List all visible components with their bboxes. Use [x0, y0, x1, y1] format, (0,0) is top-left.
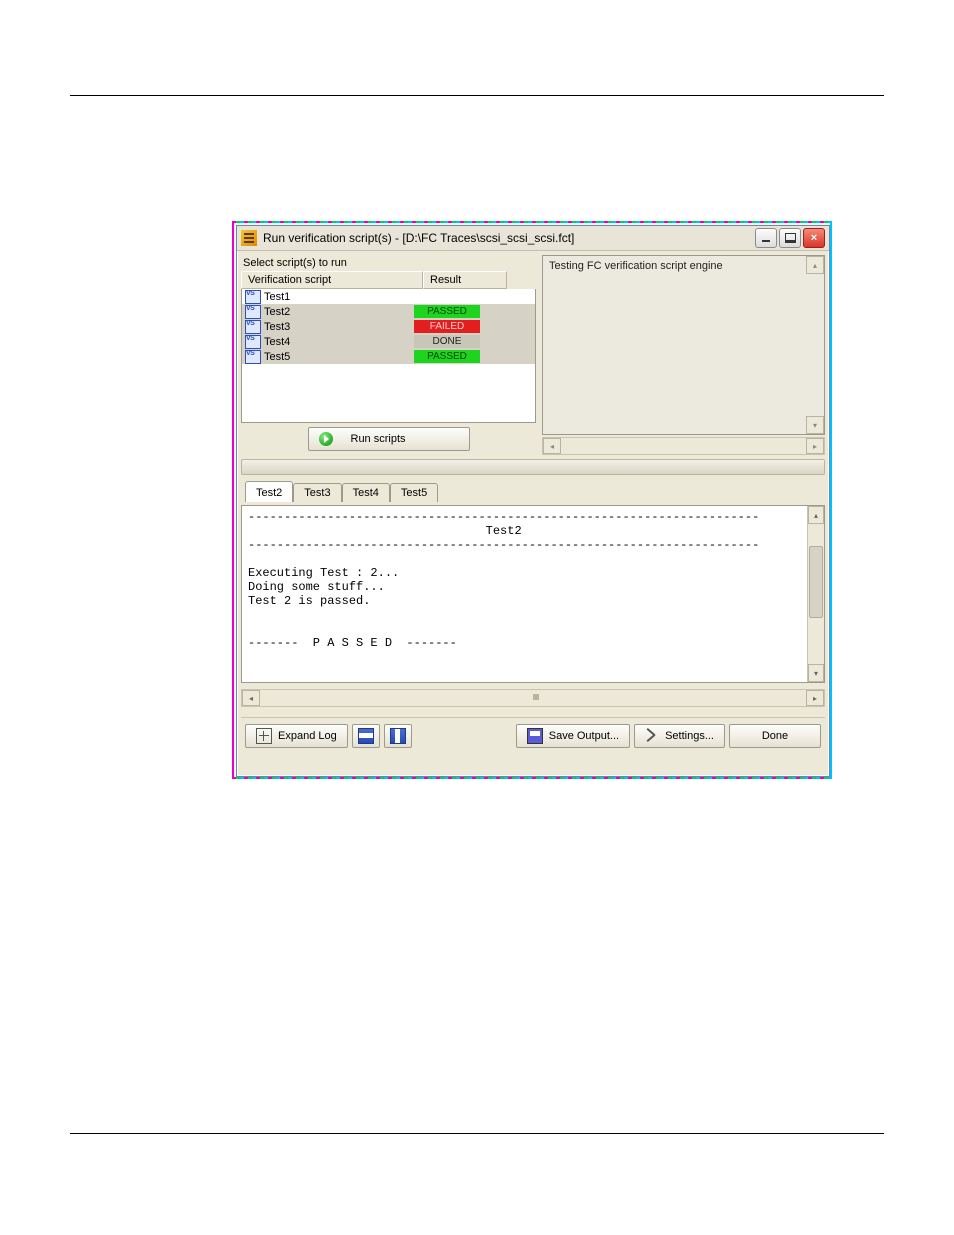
log-hscroll[interactable]: ◂ ▸	[241, 689, 825, 707]
window-title: Run verification script(s) - [D:\FC Trac…	[263, 231, 749, 245]
scroll-right-icon[interactable]: ▸	[806, 690, 824, 706]
col-result-header[interactable]: Result	[423, 271, 507, 289]
script-list-header: Verification script Result	[241, 271, 536, 289]
expand-log-label: Expand Log	[278, 730, 337, 742]
tab-test5[interactable]: Test5	[390, 483, 438, 502]
tile-vertical-icon	[390, 728, 406, 744]
run-scripts-button[interactable]: Run scripts	[308, 427, 470, 451]
done-button[interactable]: Done	[729, 724, 821, 748]
titlebar[interactable]: Run verification script(s) - [D:\FC Trac…	[237, 226, 829, 251]
scroll-left-icon[interactable]: ◂	[543, 438, 561, 454]
script-name: Test4	[264, 336, 412, 348]
script-row[interactable]: Test4DONE	[242, 334, 535, 349]
tab-test3[interactable]: Test3	[293, 483, 341, 502]
scroll-up-icon[interactable]: ▴	[808, 506, 824, 524]
scroll-down-icon[interactable]: ▾	[806, 416, 824, 434]
script-row[interactable]: Test3FAILED	[242, 319, 535, 334]
scroll-down-icon[interactable]: ▾	[808, 664, 824, 682]
tools-icon	[645, 729, 659, 743]
message-hscroll[interactable]: ◂ ▸	[542, 437, 825, 455]
vs-file-icon	[245, 290, 261, 304]
bottom-toolbar: Expand Log Save Output... Settings...	[241, 717, 825, 752]
col-script-header[interactable]: Verification script	[241, 271, 423, 289]
tile-horizontal-button[interactable]	[352, 724, 380, 748]
scroll-left-icon[interactable]: ◂	[242, 690, 260, 706]
script-name: Test3	[264, 321, 412, 333]
engine-message-text: Testing FC verification script engine	[549, 260, 723, 272]
page-rule-bottom	[70, 1133, 884, 1134]
app-icon	[241, 230, 257, 246]
vs-file-icon	[245, 335, 261, 349]
run-scripts-label: Run scripts	[351, 433, 406, 445]
log-area: ----------------------------------------…	[241, 505, 825, 683]
save-output-label: Save Output...	[549, 730, 619, 742]
tile-vertical-button[interactable]	[384, 724, 412, 748]
settings-button[interactable]: Settings...	[634, 724, 725, 748]
script-name: Test1	[264, 291, 412, 303]
scroll-right-icon[interactable]: ▸	[806, 438, 824, 454]
engine-message-box: Testing FC verification script engine ▴ …	[542, 255, 825, 435]
log-text[interactable]: ----------------------------------------…	[242, 506, 807, 682]
close-button[interactable]: ×	[803, 228, 825, 248]
save-icon	[527, 728, 543, 744]
scroll-up-icon[interactable]: ▴	[806, 256, 824, 274]
page-rule-top	[70, 95, 884, 96]
settings-label: Settings...	[665, 730, 714, 742]
tile-horizontal-icon	[358, 728, 374, 744]
result-badge: DONE	[414, 335, 480, 348]
script-name: Test2	[264, 306, 412, 318]
progress-bar	[241, 459, 825, 475]
play-icon	[319, 432, 333, 446]
script-row[interactable]: Test2PASSED	[242, 304, 535, 319]
vs-file-icon	[245, 320, 261, 334]
result-badge: FAILED	[414, 320, 480, 333]
expand-log-button[interactable]: Expand Log	[245, 724, 348, 748]
vs-file-icon	[245, 350, 261, 364]
tab-test4[interactable]: Test4	[342, 483, 390, 502]
script-row[interactable]: Test5PASSED	[242, 349, 535, 364]
vs-file-icon	[245, 305, 261, 319]
log-tabs: Test2Test3Test4Test5	[241, 479, 825, 501]
expand-icon	[256, 728, 272, 744]
done-label: Done	[762, 730, 788, 742]
result-badge: PASSED	[414, 305, 480, 318]
minimize-button[interactable]	[755, 228, 777, 248]
script-list[interactable]: Test1Test2PASSEDTest3FAILEDTest4DONETest…	[241, 289, 536, 423]
maximize-button[interactable]	[779, 228, 801, 248]
result-badge: PASSED	[414, 350, 480, 363]
dialog-window: Run verification script(s) - [D:\FC Trac…	[236, 225, 830, 777]
log-vscroll[interactable]: ▴ ▾	[807, 506, 824, 682]
tab-test2[interactable]: Test2	[245, 481, 293, 502]
scroll-grip-icon	[533, 694, 539, 700]
script-selection-pane: Select script(s) to run Verification scr…	[241, 255, 536, 455]
scroll-thumb[interactable]	[809, 546, 823, 618]
save-output-button[interactable]: Save Output...	[516, 724, 630, 748]
select-scripts-label: Select script(s) to run	[243, 257, 534, 269]
script-row[interactable]: Test1	[242, 289, 535, 304]
script-name: Test5	[264, 351, 412, 363]
